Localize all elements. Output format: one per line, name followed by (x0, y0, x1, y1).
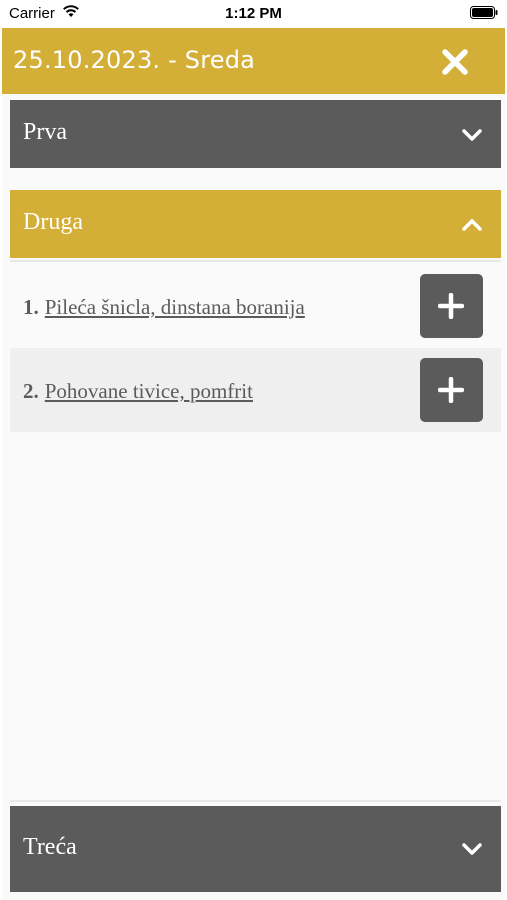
meal-link[interactable]: Pileća šnicla, dinstana boranija (45, 295, 305, 319)
clock: 1:12 PM (225, 5, 282, 22)
chevron-up-icon (462, 219, 482, 231)
plus-icon (438, 377, 464, 403)
add-button[interactable] (420, 274, 483, 338)
chevron-down-icon (462, 129, 482, 141)
status-bar: Carrier 1:12 PM (0, 0, 507, 26)
meal-number: 1. (23, 295, 39, 319)
divider (10, 800, 501, 802)
page-title: 25.10.2023. - Sreda (13, 46, 256, 74)
modal-header: 25.10.2023. - Sreda (2, 28, 505, 94)
add-button[interactable] (420, 358, 483, 422)
meal-link[interactable]: Pohovane tivice, pomfrit (45, 379, 253, 403)
meal-text: 1. Pileća šnicla, dinstana boranija (23, 295, 305, 320)
chevron-down-icon (462, 843, 482, 855)
divider (10, 260, 501, 262)
list-item: 1. Pileća šnicla, dinstana boranija (10, 264, 501, 348)
accordion-header-treca[interactable]: Treća (10, 806, 501, 892)
list-item: 2. Pohovane tivice, pomfrit (10, 348, 501, 432)
accordion-label: Treća (23, 834, 77, 860)
meal-text: 2. Pohovane tivice, pomfrit (23, 379, 253, 404)
meal-panel: Prva Druga 1. Pileća šnicla, dinstana bor… (2, 94, 505, 900)
plus-icon (438, 293, 464, 319)
close-icon[interactable] (438, 45, 472, 79)
battery-icon (470, 6, 498, 19)
accordion-label: Druga (23, 209, 83, 235)
accordion-header-druga[interactable]: Druga (10, 190, 501, 258)
meal-number: 2. (23, 379, 39, 403)
accordion-header-prva[interactable]: Prva (10, 100, 501, 168)
accordion-label: Prva (23, 119, 67, 145)
